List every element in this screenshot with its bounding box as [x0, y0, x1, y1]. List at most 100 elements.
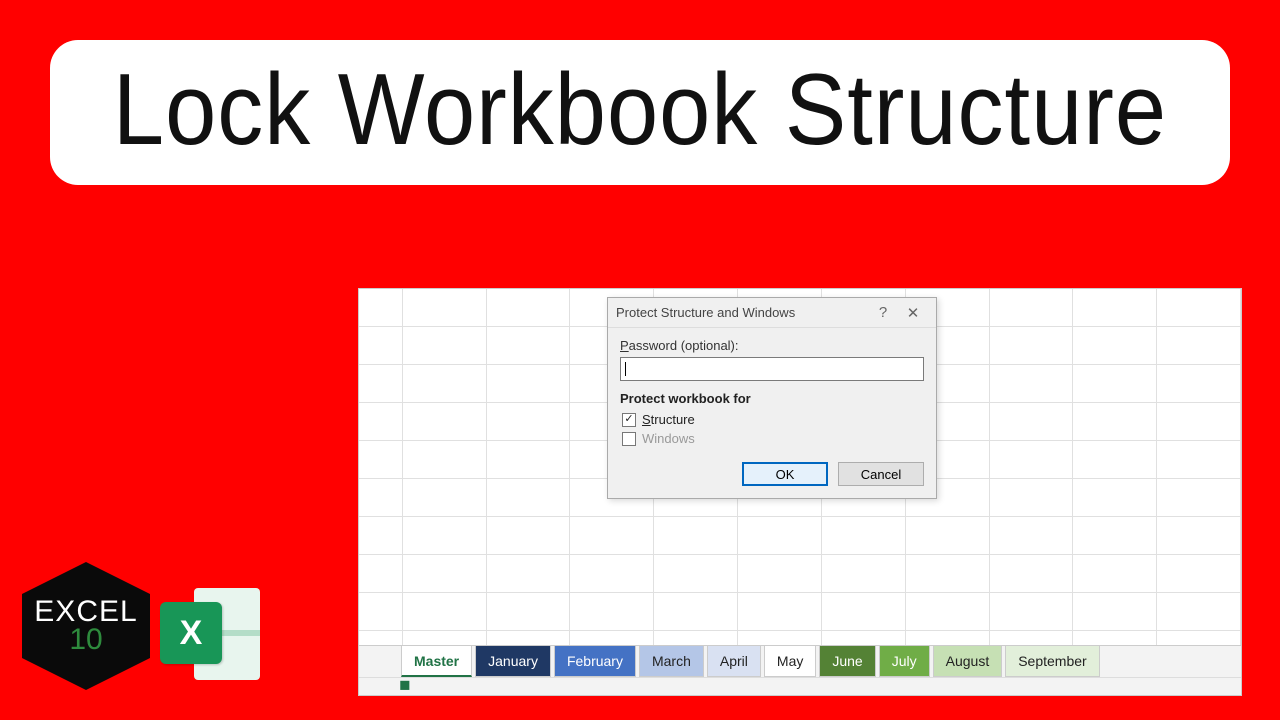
grid-cell[interactable]	[359, 289, 403, 327]
grid-cell[interactable]	[654, 517, 738, 555]
grid-cell[interactable]	[570, 517, 654, 555]
status-bar: ◼	[359, 677, 1241, 695]
grid-cell[interactable]	[487, 479, 571, 517]
password-input[interactable]	[620, 357, 924, 381]
dialog-buttons: OK Cancel	[620, 462, 924, 486]
grid-cell[interactable]	[403, 403, 487, 441]
grid-cell[interactable]	[738, 593, 822, 631]
protect-structure-dialog: Protect Structure and Windows ? ✕ Passwo…	[607, 297, 937, 499]
grid-cell[interactable]	[570, 593, 654, 631]
grid-cell[interactable]	[487, 365, 571, 403]
grid-cell[interactable]	[403, 517, 487, 555]
grid-cell[interactable]	[359, 479, 403, 517]
grid-cell[interactable]	[906, 555, 990, 593]
grid-cell[interactable]	[487, 289, 571, 327]
title-card: Lock Workbook Structure	[50, 40, 1230, 185]
close-icon[interactable]: ✕	[898, 304, 928, 322]
grid-cell[interactable]	[990, 593, 1074, 631]
excel-app-icon: X	[160, 584, 260, 684]
sheet-tab-january[interactable]: January	[475, 646, 551, 677]
grid-cell[interactable]	[990, 517, 1074, 555]
grid-cell[interactable]	[654, 593, 738, 631]
grid-cell[interactable]	[487, 403, 571, 441]
grid-cell[interactable]	[1073, 555, 1157, 593]
grid-cell[interactable]	[654, 555, 738, 593]
grid-cell[interactable]	[990, 441, 1074, 479]
grid-cell[interactable]	[822, 593, 906, 631]
grid-cell[interactable]	[1073, 327, 1157, 365]
grid-cell[interactable]	[1073, 479, 1157, 517]
grid-cell[interactable]	[1157, 365, 1241, 403]
grid-cell[interactable]	[1157, 289, 1241, 327]
grid-cell[interactable]	[487, 593, 571, 631]
grid-cell[interactable]	[1157, 479, 1241, 517]
grid-cell[interactable]	[1157, 327, 1241, 365]
grid-cell[interactable]	[1073, 365, 1157, 403]
grid-cell[interactable]	[403, 593, 487, 631]
sheet-tab-july[interactable]: July	[879, 646, 930, 677]
sheet-tab-april[interactable]: April	[707, 646, 761, 677]
grid-cell[interactable]	[403, 441, 487, 479]
grid-cell[interactable]	[403, 327, 487, 365]
grid-cell[interactable]	[403, 555, 487, 593]
grid-cell[interactable]	[990, 479, 1074, 517]
grid-row	[359, 555, 1241, 593]
grid-cell[interactable]	[487, 517, 571, 555]
grid-cell[interactable]	[738, 555, 822, 593]
sheet-tab-february[interactable]: February	[554, 646, 636, 677]
grid-cell[interactable]	[990, 289, 1074, 327]
grid-cell[interactable]	[990, 327, 1074, 365]
sheet-tab-may[interactable]: May	[764, 646, 816, 677]
grid-cell[interactable]	[1157, 555, 1241, 593]
grid-cell[interactable]	[1157, 593, 1241, 631]
grid-row	[359, 593, 1241, 631]
grid-cell[interactable]	[1073, 403, 1157, 441]
sheet-tab-master[interactable]: Master	[401, 646, 472, 677]
grid-cell[interactable]	[359, 441, 403, 479]
excel-x-icon: X	[160, 602, 222, 664]
grid-cell[interactable]	[359, 365, 403, 403]
grid-cell[interactable]	[359, 593, 403, 631]
excel-window: Protect Structure and Windows ? ✕ Passwo…	[358, 288, 1242, 696]
grid-cell[interactable]	[738, 517, 822, 555]
grid-cell[interactable]	[403, 365, 487, 403]
grid-cell[interactable]	[990, 365, 1074, 403]
grid-cell[interactable]	[1157, 517, 1241, 555]
grid-cell[interactable]	[359, 555, 403, 593]
grid-cell[interactable]	[359, 403, 403, 441]
structure-checkbox-label: Structure	[642, 412, 695, 427]
grid-cell[interactable]	[822, 517, 906, 555]
page-title: Lock Workbook Structure	[90, 53, 1190, 169]
accessibility-icon: ◼	[399, 676, 411, 693]
grid-cell[interactable]	[1073, 441, 1157, 479]
grid-cell[interactable]	[359, 517, 403, 555]
grid-cell[interactable]	[990, 555, 1074, 593]
grid-cell[interactable]	[487, 327, 571, 365]
grid-cell[interactable]	[1073, 593, 1157, 631]
structure-checkbox-row[interactable]: Structure	[622, 412, 924, 427]
help-icon[interactable]: ?	[868, 304, 898, 321]
sheet-tab-june[interactable]: June	[819, 646, 875, 677]
grid-cell[interactable]	[1157, 441, 1241, 479]
sheet-tab-august[interactable]: August	[933, 646, 1003, 677]
grid-cell[interactable]	[906, 593, 990, 631]
sheet-tab-march[interactable]: March	[639, 646, 704, 677]
grid-cell[interactable]	[359, 327, 403, 365]
structure-checkbox[interactable]	[622, 413, 636, 427]
grid-cell[interactable]	[990, 403, 1074, 441]
grid-cell[interactable]	[822, 555, 906, 593]
sheet-tab-september[interactable]: September	[1005, 646, 1099, 677]
cancel-button[interactable]: Cancel	[838, 462, 924, 486]
grid-cell[interactable]	[1073, 289, 1157, 327]
grid-cell[interactable]	[1157, 403, 1241, 441]
grid-cell[interactable]	[403, 289, 487, 327]
grid-cell[interactable]	[1073, 517, 1157, 555]
grid-cell[interactable]	[487, 441, 571, 479]
grid-cell[interactable]	[906, 517, 990, 555]
grid-cell[interactable]	[403, 479, 487, 517]
grid-row	[359, 517, 1241, 555]
windows-checkbox-row: Windows	[622, 431, 924, 446]
grid-cell[interactable]	[570, 555, 654, 593]
ok-button[interactable]: OK	[742, 462, 828, 486]
grid-cell[interactable]	[487, 555, 571, 593]
